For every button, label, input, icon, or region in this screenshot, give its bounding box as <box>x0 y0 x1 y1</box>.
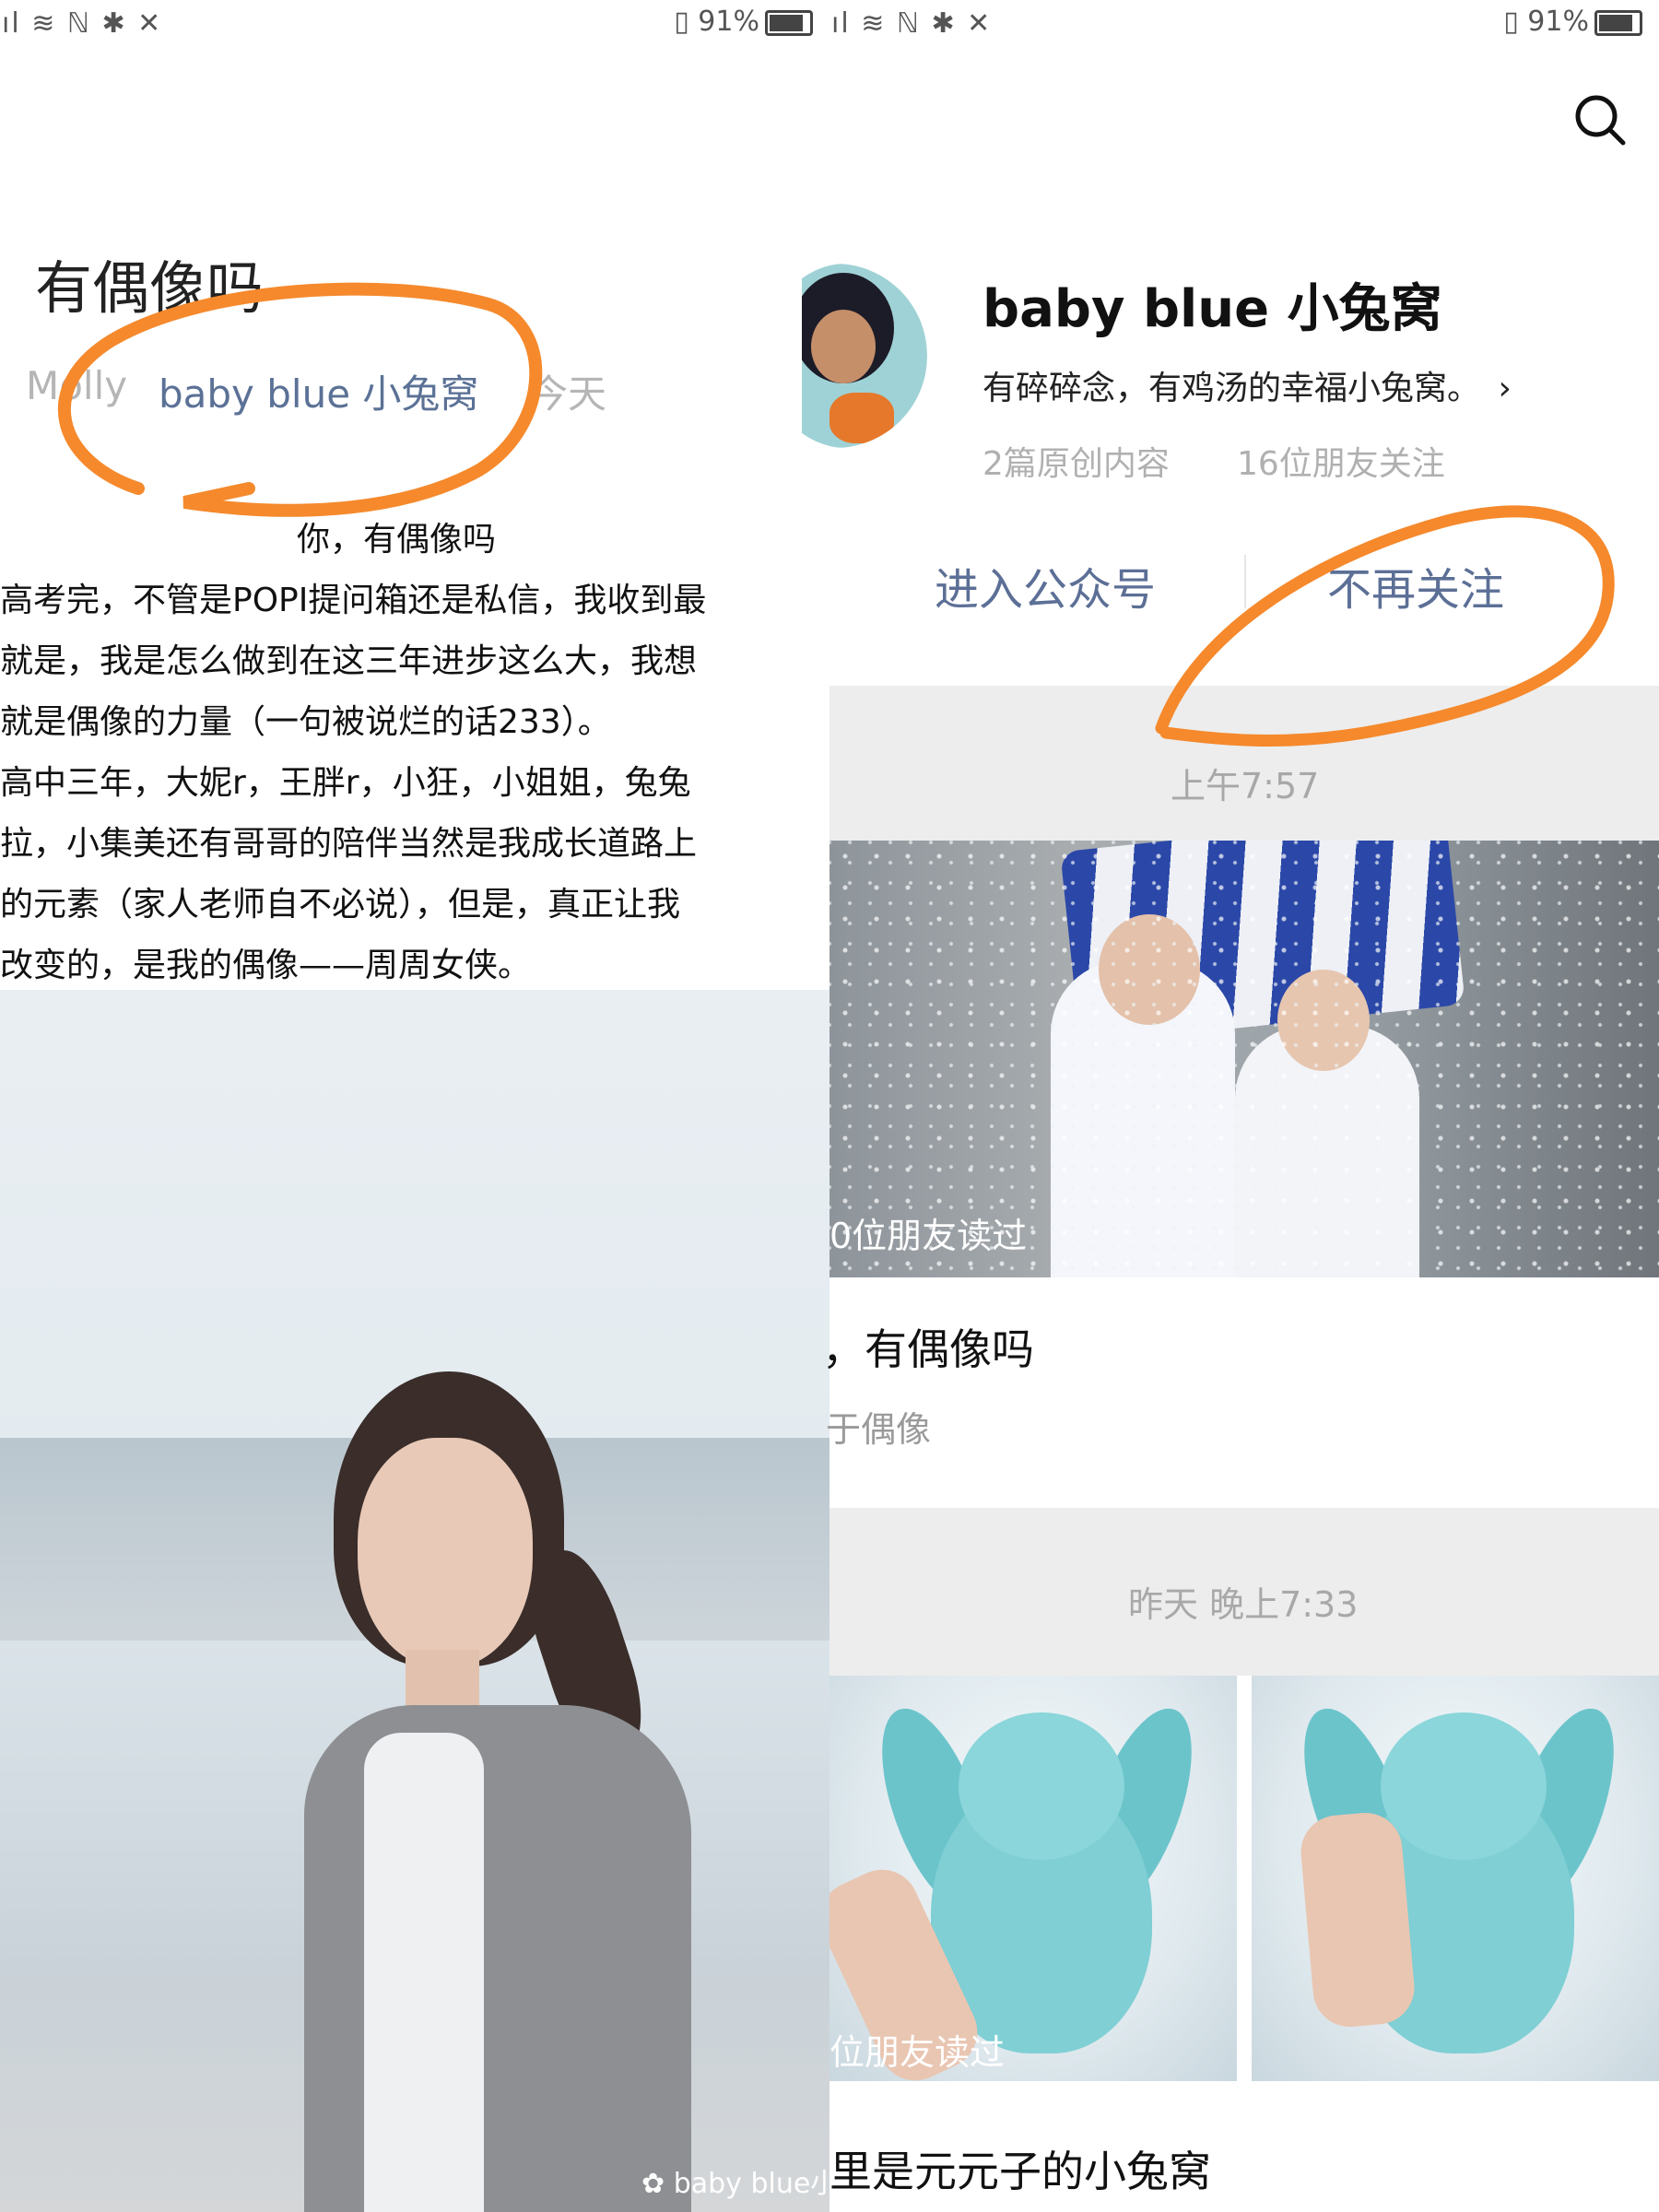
friends-read-overlay: 位朋友读过 <box>830 2032 1006 2073</box>
status-bar: ıl ≋ ℕ ✱ ✕ ▯ 91% <box>0 0 830 50</box>
account-description-text: 有碎碎念，有鸡汤的幸福小兔窝。 <box>982 370 1481 407</box>
feed-cover-photo[interactable] <box>830 1676 1237 2081</box>
status-icons: ıl ≋ ℕ ✱ ✕ <box>2 7 163 40</box>
battery-indicator: ▯ 91% <box>674 6 813 38</box>
battery-icon <box>765 9 813 36</box>
battery-text: ▯ 91% <box>674 6 759 38</box>
article-paragraph: 的元素（家人老师自不必说），但是，真正让我 <box>0 886 681 924</box>
article-paragraph: 拉，小集美还有哥哥的陪伴当然是我成长道路上 <box>0 825 698 863</box>
watermark-text: baby blue小 <box>673 2168 830 2200</box>
account-name: baby blue 小兔窝 <box>982 279 1442 339</box>
account-link[interactable]: baby blue 小兔窝 <box>159 363 478 419</box>
avatar-face <box>811 310 876 383</box>
bunny-head <box>959 1712 1124 1860</box>
friends-read-overlay: 0位朋友读过 <box>830 1216 1028 1256</box>
photo-hand <box>1298 1809 1418 2030</box>
photo-figure-coat <box>304 1705 691 2212</box>
unfollow-button[interactable]: 不再关注 <box>1327 553 1504 618</box>
article-paragraph: 高中三年，大妮r，王胖r，小狂，小姐姐，兔兔 <box>0 764 691 802</box>
bunny-head <box>1381 1712 1547 1860</box>
feed-article-title[interactable]: ，有偶像吗 <box>822 1316 1034 1377</box>
avatar-fox <box>830 393 894 443</box>
article-screen: ıl ≋ ℕ ✱ ✕ ▯ 91% 有偶像吗 Molly baby blue 小兔… <box>0 0 830 2212</box>
time-separator: 上午7:57 <box>830 686 1659 841</box>
feed-time: 昨天 晚上7:33 <box>1128 1584 1359 1625</box>
stat-articles: 2篇原创内容 <box>982 445 1170 483</box>
feed-cover-photo[interactable] <box>1252 1676 1659 2081</box>
status-bar: ıl ≋ ℕ ✱ ✕ ▯ 91% <box>830 0 1659 50</box>
button-divider <box>1244 555 1246 608</box>
article-paragraph: 高考完，不管是POPI提问箱还是私信，我收到最 <box>0 582 707 619</box>
time-separator: 昨天 晚上7:33 <box>830 1508 1659 1676</box>
battery-icon <box>1594 9 1642 36</box>
chevron-right-icon: › <box>1498 370 1512 407</box>
article-paragraph: 改变的，是我的偶像——周周女侠。 <box>0 947 532 984</box>
photo-figure-face <box>358 1438 533 1668</box>
status-icons: ıl ≋ ℕ ✱ ✕ <box>831 7 993 40</box>
enter-account-button[interactable]: 进入公众号 <box>935 553 1156 618</box>
feed-article-title[interactable]: 里是元元子的小兔窝 <box>830 2138 1211 2199</box>
photo-figure-shirt <box>364 1733 484 2212</box>
article-paragraph: 你，有偶像吗 <box>297 521 497 559</box>
battery-indicator: ▯ 91% <box>1503 6 1642 38</box>
article-date: 今天 <box>529 371 607 417</box>
account-description[interactable]: 有碎碎念，有鸡汤的幸福小兔窝。 › <box>982 361 1512 409</box>
battery-text: ▯ 91% <box>1503 6 1589 38</box>
article-paragraph: 就是偶像的力量（一句被说烂的话233）。 <box>0 703 611 741</box>
feed-time: 上午7:57 <box>1171 766 1320 806</box>
stat-friends[interactable]: 16位朋友关注 <box>1237 437 1445 485</box>
article-title: 有偶像吗 <box>35 254 265 322</box>
photo-watermark: ✿ baby blue小 <box>641 2160 830 2201</box>
feed-article-tag: 于偶像 <box>826 1409 932 1450</box>
article-paragraph: 就是，我是怎么做到在这三年进步这么大，我想 <box>0 642 698 680</box>
article-author: Molly <box>26 363 128 408</box>
search-icon[interactable] <box>1572 92 1628 147</box>
wechat-icon: ✿ <box>641 2168 674 2200</box>
